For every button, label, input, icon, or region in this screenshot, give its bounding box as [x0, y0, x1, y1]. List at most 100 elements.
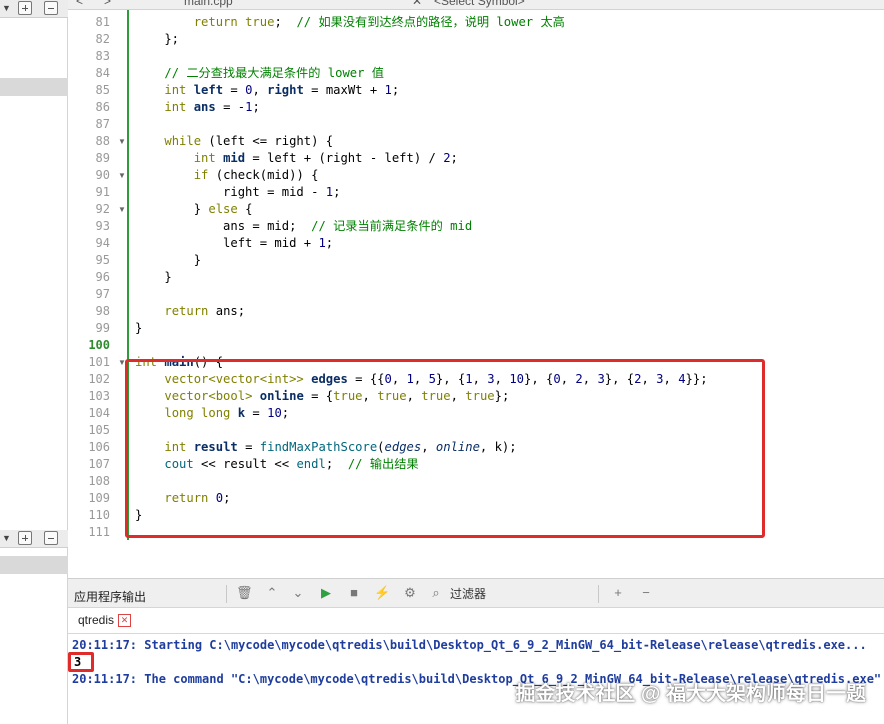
- code-token: ;: [252, 100, 260, 114]
- code-token: 1: [318, 236, 326, 250]
- line-number: 107: [88, 457, 110, 471]
- code-line[interactable]: right = mid - 1;: [135, 184, 340, 201]
- line-number: 92: [95, 202, 110, 216]
- trash-icon[interactable]: 🗑: [236, 585, 253, 601]
- fold-arrow-icon[interactable]: ▼: [118, 167, 126, 184]
- code-token: (left <= right) {: [201, 134, 334, 148]
- code-line[interactable]: while (left <= right) {: [135, 133, 333, 150]
- debug-icon[interactable]: ⚡: [374, 585, 390, 601]
- code-line[interactable]: };: [135, 31, 179, 48]
- run-icon[interactable]: ▶: [318, 585, 334, 601]
- output-pane-title: 应用程序输出: [74, 590, 147, 604]
- back-icon[interactable]: <: [76, 0, 83, 8]
- close-icon[interactable]: ✕: [118, 614, 132, 628]
- line-number: 96: [95, 270, 110, 284]
- code-line[interactable]: }: [135, 269, 171, 286]
- line-number: 89: [95, 151, 110, 165]
- chevron-down-icon[interactable]: ⌄: [290, 585, 306, 601]
- line-number: 95: [95, 253, 110, 267]
- add-icon[interactable]: +: [610, 585, 626, 601]
- code-line[interactable]: int ans = -1;: [135, 99, 260, 116]
- code-line[interactable]: } else {: [135, 201, 253, 218]
- code-line[interactable]: }: [135, 252, 201, 269]
- code-token: mid: [223, 151, 246, 165]
- code-token: true: [245, 15, 275, 29]
- code-token: if: [193, 168, 209, 182]
- minus-icon[interactable]: −: [638, 585, 654, 601]
- line-number: 91: [95, 185, 110, 199]
- add-split-icon[interactable]: [18, 531, 32, 545]
- line-number: 102: [88, 372, 110, 386]
- code-token: int: [164, 83, 187, 97]
- code-token: 2: [443, 151, 451, 165]
- code-token: ;: [391, 83, 400, 97]
- output-line: 20:11:17: Starting C:\mycode\mycode\qtre…: [72, 638, 867, 652]
- code-token: right: [267, 83, 304, 97]
- close-split-icon[interactable]: [44, 1, 58, 15]
- code-line[interactable]: return ans;: [135, 303, 245, 320]
- close-file-icon[interactable]: ✕: [412, 0, 422, 8]
- symbol-selector[interactable]: <Select Symbol>: [434, 0, 525, 8]
- line-number: 87: [95, 117, 110, 131]
- code-token: // 二分查找最大满足条件的 lower 值: [164, 66, 384, 80]
- chevron-down-icon[interactable]: ▼: [2, 3, 11, 13]
- line-number: 106: [88, 440, 110, 454]
- line-number: 105: [88, 423, 110, 437]
- sidebar-toolbar-bottom: ▼: [0, 530, 68, 548]
- code-token: = -: [215, 100, 246, 114]
- line-number: 104: [88, 406, 110, 420]
- code-token: left: [193, 83, 224, 97]
- line-number: 108: [88, 474, 110, 488]
- code-token: ans = mid;: [135, 219, 312, 233]
- chevron-up-icon[interactable]: ⌃: [264, 585, 280, 601]
- application-output[interactable]: 20:11:17: Starting C:\mycode\mycode\qtre…: [68, 634, 884, 724]
- gear-icon[interactable]: ⚙: [402, 585, 418, 601]
- code-line[interactable]: ans = mid; // 记录当前满足条件的 mid: [135, 218, 472, 235]
- file-name[interactable]: main.cpp: [184, 0, 233, 8]
- close-split-icon[interactable]: [44, 531, 58, 545]
- chevron-down-icon[interactable]: ▼: [2, 533, 11, 543]
- line-number: 111: [88, 525, 110, 539]
- code-token: };: [135, 32, 180, 46]
- code-line[interactable]: // 二分查找最大满足条件的 lower 值: [135, 65, 384, 82]
- code-line[interactable]: int left = 0, right = maxWt + 1;: [135, 82, 399, 99]
- annotation-highlight-box: [125, 359, 765, 538]
- tab-qtredis[interactable]: qtredis ✕: [74, 611, 136, 632]
- toolbar-separator: [598, 585, 599, 603]
- code-token: }: [135, 202, 209, 216]
- code-token: ;: [325, 236, 334, 250]
- code-token: int: [164, 100, 187, 114]
- fold-arrow-icon[interactable]: ▼: [118, 133, 126, 150]
- sidebar-selected-row[interactable]: [0, 78, 68, 96]
- output-tab-bar: qtredis ✕: [68, 608, 884, 634]
- search-icon[interactable]: ⌕: [428, 585, 444, 601]
- code-token: 1: [384, 83, 392, 97]
- add-split-icon[interactable]: [18, 1, 32, 15]
- code-line[interactable]: return true; // 如果没有到达终点的路径，说明 lower 太高: [135, 14, 565, 31]
- code-line[interactable]: }: [135, 320, 142, 337]
- code-token: else: [208, 202, 238, 216]
- code-token: ans: [193, 100, 216, 114]
- code-token: ;: [333, 185, 341, 199]
- code-editor[interactable]: 81 82 83 84 85 86 87 88 ▼ 89 90 ▼ 91 92 ▼ 93 94 95 96 97 98 9…: [68, 10, 884, 578]
- code-line[interactable]: int mid = left + (right - left) / 2;: [135, 150, 458, 167]
- code-token: = left + (right - left) /: [245, 151, 444, 165]
- line-number: 93: [95, 219, 110, 233]
- toolbar-separator: [226, 585, 227, 603]
- code-line[interactable]: left = mid + 1;: [135, 235, 333, 252]
- code-token: (check(mid)) {: [208, 168, 319, 182]
- stop-icon[interactable]: ■: [346, 585, 362, 601]
- filter-input[interactable]: 过滤器: [450, 585, 486, 602]
- code-token: = maxWt +: [303, 83, 385, 97]
- forward-icon[interactable]: >: [104, 0, 111, 8]
- line-number: 81: [95, 15, 110, 29]
- code-line[interactable]: if (check(mid)) {: [135, 167, 319, 184]
- line-number: 83: [95, 49, 110, 63]
- project-sidebar: ▼ ▼: [0, 0, 68, 724]
- sidebar-selected-row[interactable]: [0, 556, 68, 574]
- fold-arrow-icon[interactable]: ▼: [118, 201, 126, 218]
- code-token: left = mid +: [135, 236, 319, 250]
